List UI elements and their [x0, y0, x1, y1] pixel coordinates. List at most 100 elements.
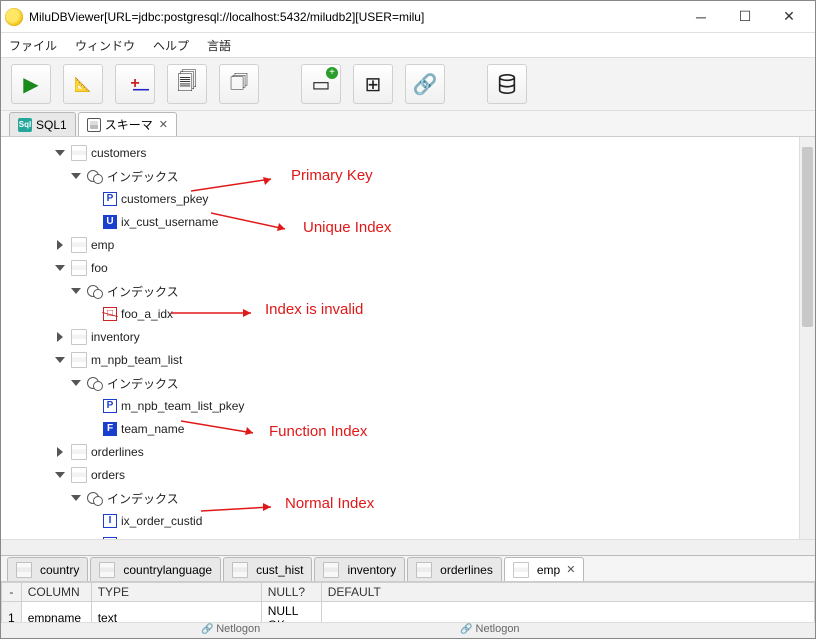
tree-leaf-orders-pkey[interactable]: Porders_pkey	[9, 534, 815, 539]
tab-schema[interactable]: スキーマ ✕	[78, 112, 177, 136]
maximize-button[interactable]: ☐	[723, 2, 767, 32]
table-icon	[71, 444, 87, 460]
menu-language[interactable]: 言語	[207, 37, 231, 54]
schema-icon	[87, 118, 101, 132]
tree-node-emp[interactable]: emp	[9, 235, 815, 255]
index-group-icon	[87, 168, 103, 184]
tree-node-m-npb-team-list[interactable]: m_npb_team_list	[9, 350, 815, 370]
table-icon	[71, 467, 87, 483]
pk-icon: P	[103, 192, 117, 206]
table-icon	[71, 352, 87, 368]
table-icon	[71, 145, 87, 161]
menu-window[interactable]: ウィンドウ	[75, 37, 135, 54]
table-icon	[513, 562, 529, 578]
database-button[interactable]	[487, 64, 527, 104]
grid-header-default[interactable]: DEFAULT	[321, 583, 814, 602]
tree-leaf-foo-a-idx[interactable]: □foo_a_idx	[9, 304, 815, 324]
tree-pane[interactable]: customers インデックス Pcustomers_pkey Uix_cus…	[1, 137, 815, 539]
tree-node-indexes[interactable]: インデックス	[9, 373, 815, 393]
horizontal-scrollbar[interactable]	[1, 539, 815, 555]
menu-help[interactable]: ヘルプ	[153, 37, 189, 54]
grid: - COLUMN TYPE NULL? DEFAULT 1 empname te…	[1, 582, 815, 622]
minimize-button[interactable]: ─	[679, 2, 723, 32]
copy-button[interactable]: 🗇	[219, 64, 259, 104]
index-icon: I	[103, 514, 117, 528]
tree-leaf-team-name[interactable]: Fteam_name	[9, 419, 815, 439]
tree-node-indexes[interactable]: インデックス	[9, 281, 815, 301]
table-icon	[71, 237, 87, 253]
sql-icon: Sql	[18, 118, 32, 132]
table-icon	[232, 562, 248, 578]
grid-header-null[interactable]: NULL?	[261, 583, 321, 602]
run-button[interactable]: ▶	[11, 64, 51, 104]
connection-button[interactable]: 🔗	[405, 64, 445, 104]
tab-sql1-label: SQL1	[36, 118, 67, 132]
plus-minus-button[interactable]: +—	[115, 64, 155, 104]
unique-icon: U	[103, 215, 117, 229]
table-icon	[16, 562, 32, 578]
tree-leaf-ix-cust-username[interactable]: Uix_cust_username	[9, 212, 815, 232]
btab-cust-hist[interactable]: cust_hist	[223, 557, 312, 581]
tree-node-orderlines[interactable]: orderlines	[9, 442, 815, 462]
table-icon	[323, 562, 339, 578]
pk-icon: P	[103, 399, 117, 413]
index-group-icon	[87, 490, 103, 506]
main-area: customers インデックス Pcustomers_pkey Uix_cus…	[1, 137, 815, 622]
btab-orderlines[interactable]: orderlines	[407, 557, 502, 581]
grid-row[interactable]: 1 empname text NULL OK	[2, 602, 815, 623]
table-icon	[71, 329, 87, 345]
new-tab-button[interactable]: ▭+	[301, 64, 341, 104]
tab-schema-label: スキーマ	[105, 116, 153, 133]
tab-sql1[interactable]: Sql SQL1	[9, 112, 76, 136]
pk-icon: P	[103, 537, 117, 539]
btab-countrylanguage[interactable]: countrylanguage	[90, 557, 221, 581]
grid-rownum: 1	[2, 602, 22, 623]
table-icon	[71, 260, 87, 276]
window-title: MiluDBViewer[URL=jdbc:postgresql://local…	[29, 10, 679, 24]
close-button[interactable]: ✕	[767, 2, 811, 32]
btab-country[interactable]: country	[7, 557, 88, 581]
add-panel-button[interactable]: ⊞	[353, 64, 393, 104]
grid-cell-null[interactable]: NULL OK	[261, 602, 321, 623]
status-item: Netlogon	[460, 623, 519, 638]
copy-sheet-button[interactable]: 🗐	[167, 64, 207, 104]
menu-file[interactable]: ファイル	[9, 37, 57, 54]
explain-button[interactable]: 📐	[63, 64, 103, 104]
app-window: MiluDBViewer[URL=jdbc:postgresql://local…	[0, 0, 816, 639]
menubar: ファイル ウィンドウ ヘルプ 言語	[1, 33, 815, 57]
grid-header-column[interactable]: COLUMN	[21, 583, 91, 602]
invalid-icon: □	[103, 307, 117, 321]
close-icon[interactable]: ✕	[566, 563, 575, 576]
tree-leaf-customers-pkey[interactable]: Pcustomers_pkey	[9, 189, 815, 209]
grid-corner: -	[2, 583, 22, 602]
tree-leaf-ix-order-custid[interactable]: Iix_order_custid	[9, 511, 815, 531]
statusbar-fragment: Netlogon Netlogon	[1, 622, 815, 638]
toolbar: ▶ 📐 +— 🗐 🗇 ▭+ ⊞ 🔗	[1, 57, 815, 111]
tree-node-foo[interactable]: foo	[9, 258, 815, 278]
table-icon	[416, 562, 432, 578]
tree-leaf-m-npb-pkey[interactable]: Pm_npb_team_list_pkey	[9, 396, 815, 416]
tree-node-inventory[interactable]: inventory	[9, 327, 815, 347]
bottom-panel: country countrylanguage cust_hist invent…	[1, 555, 815, 622]
tree-node-indexes[interactable]: インデックス	[9, 166, 815, 186]
index-group-icon	[87, 375, 103, 391]
tree-node-orders[interactable]: orders	[9, 465, 815, 485]
btab-inventory[interactable]: inventory	[314, 557, 405, 581]
function-icon: F	[103, 422, 117, 436]
table-icon	[99, 562, 115, 578]
grid-cell-default[interactable]	[321, 602, 814, 623]
app-icon	[5, 8, 23, 26]
btab-emp[interactable]: emp✕	[504, 557, 585, 581]
grid-cell-type[interactable]: text	[91, 602, 261, 623]
grid-cell-column[interactable]: empname	[21, 602, 91, 623]
index-group-icon	[87, 283, 103, 299]
vertical-scrollbar[interactable]	[799, 137, 815, 539]
close-icon[interactable]: ✕	[159, 118, 168, 131]
status-item: Netlogon	[201, 623, 260, 638]
titlebar: MiluDBViewer[URL=jdbc:postgresql://local…	[1, 1, 815, 33]
grid-header-type[interactable]: TYPE	[91, 583, 261, 602]
tree-node-indexes[interactable]: インデックス	[9, 488, 815, 508]
bottom-tabbar: country countrylanguage cust_hist invent…	[1, 556, 815, 582]
tree-node-customers[interactable]: customers	[9, 143, 815, 163]
main-tabbar: Sql SQL1 スキーマ ✕	[1, 111, 815, 137]
